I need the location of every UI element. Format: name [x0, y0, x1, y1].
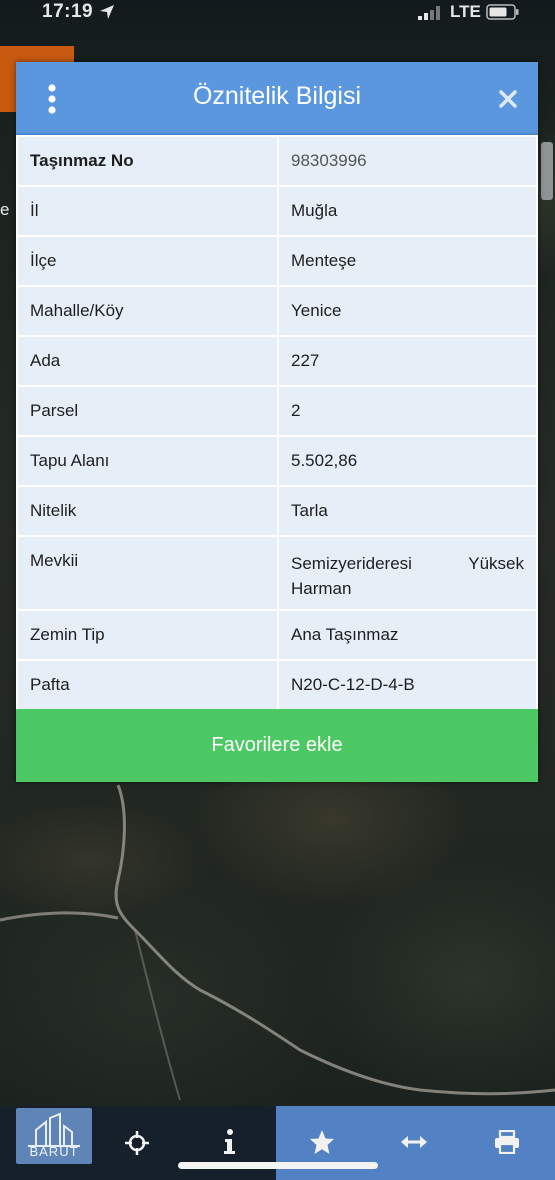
attribute-value: Semizyerideresi Yüksek Harman: [277, 535, 538, 611]
attribute-key: İlçe: [16, 235, 279, 287]
close-icon[interactable]: [496, 87, 520, 111]
attribute-row: Nitelik Tarla: [16, 485, 538, 537]
attribute-value: Ana Taşınmaz: [277, 609, 538, 661]
attribute-row: Taşınmaz No 98303996: [16, 135, 538, 187]
modal-header: Öznitelik Bilgisi: [16, 62, 538, 135]
attribute-key: Pafta: [16, 659, 279, 711]
attribute-key: Taşınmaz No: [16, 135, 279, 187]
attribute-value: 5.502,86: [277, 435, 538, 487]
attribute-key: Mevkii: [16, 535, 279, 611]
attribute-row: Ada 227: [16, 335, 538, 387]
location-arrow-icon: [100, 5, 114, 19]
attribute-value: Tarla: [277, 485, 538, 537]
attribute-key: Ada: [16, 335, 279, 387]
attribute-row: Parsel 2: [16, 385, 538, 437]
scroll-indicator[interactable]: [541, 142, 553, 200]
attribute-key: Zemin Tip: [16, 609, 279, 661]
add-to-favorites-button[interactable]: Favorilere ekle: [16, 709, 538, 782]
attribute-value: N20-C-12-D-4-B: [277, 659, 538, 711]
attribute-value: Muğla: [277, 185, 538, 237]
attribute-table: Taşınmaz No 98303996 İl Muğla İlçe Menteşe Mah…: [16, 135, 538, 711]
modal-title: Öznitelik Bilgisi: [192, 82, 362, 110]
attribute-key: Mahalle/Köy: [16, 285, 279, 337]
attribute-row: Tapu Alanı 5.502,86: [16, 435, 538, 487]
attribute-value: Menteşe: [277, 235, 538, 287]
attribute-row: Zemin Tip Ana Taşınmaz: [16, 609, 538, 661]
attribute-value: Yenice: [277, 285, 538, 337]
attribute-key: Nitelik: [16, 485, 279, 537]
attribute-row: Mahalle/Köy Yenice: [16, 285, 538, 337]
status-bar: 17:19 LTE: [0, 0, 555, 26]
info-icon[interactable]: [221, 1128, 237, 1156]
arrows-horizontal-icon[interactable]: [400, 1134, 428, 1150]
network-label: LTE: [450, 2, 481, 21]
attribute-row: Pafta N20-C-12-D-4-B: [16, 659, 538, 711]
attribute-key: Tapu Alanı: [16, 435, 279, 487]
attribute-info-modal: Öznitelik Bilgisi Taşınmaz No 98303996 İl M…: [16, 62, 538, 782]
printer-icon[interactable]: [494, 1130, 520, 1154]
map-label-fragment: e: [0, 200, 10, 219]
logo-text: BARUT: [29, 1144, 79, 1159]
star-icon[interactable]: [309, 1129, 335, 1155]
attribute-row: Mevkii Semizyerideresi Yüksek Harman: [16, 535, 538, 611]
status-time: 17:19: [42, 1, 94, 22]
signal-icon: [418, 6, 440, 20]
attribute-row: İl Muğla: [16, 185, 538, 237]
crosshair-icon[interactable]: [124, 1130, 150, 1156]
attribute-key: İl: [16, 185, 279, 237]
attribute-key: Parsel: [16, 385, 279, 437]
attribute-value: 2: [277, 385, 538, 437]
attribute-value: 227: [277, 335, 538, 387]
attribute-row: İlçe Menteşe: [16, 235, 538, 287]
battery-icon: [486, 4, 519, 20]
company-logo[interactable]: BARUT: [16, 1108, 92, 1164]
attribute-value: 98303996: [277, 135, 538, 187]
home-indicator[interactable]: [178, 1162, 378, 1169]
